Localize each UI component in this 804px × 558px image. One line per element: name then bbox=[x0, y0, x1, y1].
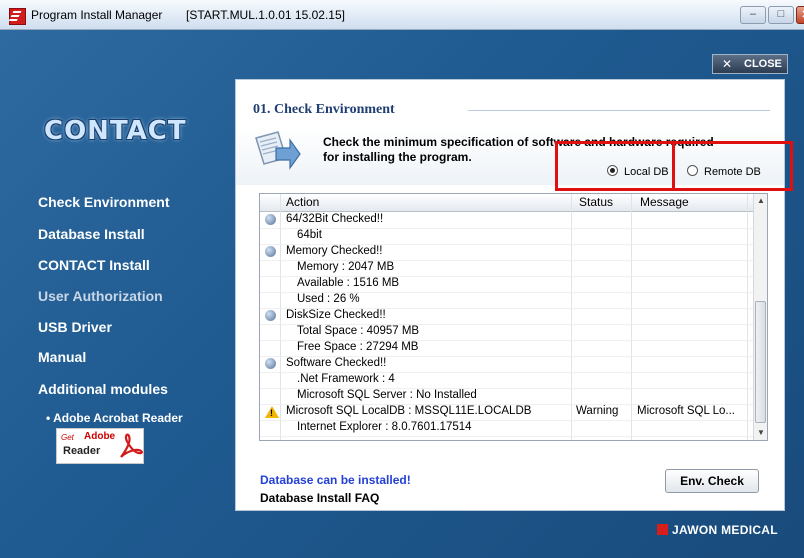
minimize-icon: – bbox=[749, 8, 757, 20]
header-status[interactable]: Status bbox=[579, 195, 613, 209]
document-check-icon bbox=[255, 131, 301, 170]
window-build-version: [START.MUL.1.0.01 15.02.15] bbox=[186, 8, 345, 22]
cell-action: Microsoft SQL Server : No Installed bbox=[297, 389, 477, 401]
brand-footer: JAWON MEDICAL bbox=[657, 523, 778, 537]
table-row[interactable]: Total Space : 40957 MB bbox=[260, 324, 753, 341]
table-row[interactable]: Microsoft SQL Server : No Installed bbox=[260, 388, 753, 405]
window-titlebar: Program Install Manager [START.MUL.1.0.0… bbox=[0, 0, 804, 30]
table-row[interactable]: Memory Checked!! bbox=[260, 244, 753, 261]
cell-action: DiskSize Checked!! bbox=[286, 309, 386, 321]
header-action[interactable]: Action bbox=[286, 195, 319, 209]
cell-message: Microsoft SQL Lo... bbox=[637, 405, 735, 417]
cell-action: Memory Checked!! bbox=[286, 245, 383, 257]
cell-action: .Net Framework : 4 bbox=[297, 373, 395, 385]
cell-action: Used : 26 % bbox=[297, 293, 360, 305]
acrobat-icon bbox=[120, 433, 143, 458]
scroll-down-icon[interactable]: ▼ bbox=[757, 428, 765, 437]
close-app-button[interactable]: ✕ CLOSE bbox=[712, 54, 788, 74]
warning-mark-icon: ! bbox=[270, 408, 273, 418]
section-title: 01. Check Environment bbox=[253, 102, 395, 117]
status-ball-icon bbox=[265, 358, 276, 369]
nav-database-install[interactable]: Database Install bbox=[38, 226, 145, 242]
cell-action: Software Checked!! bbox=[286, 357, 387, 369]
table-row[interactable]: .Net Framework : 4 bbox=[260, 372, 753, 389]
table-vertical-scrollbar[interactable]: ▲ ▼ bbox=[753, 194, 767, 440]
cell-action: 64bit bbox=[297, 229, 322, 241]
maximize-button[interactable]: □ bbox=[768, 6, 794, 24]
status-ball-icon bbox=[265, 214, 276, 225]
cell-status: Warning bbox=[576, 405, 619, 417]
table-row[interactable]: DiskSize Checked!! bbox=[260, 308, 753, 325]
table-row[interactable]: Internet Explorer : 8.0.7601.17514 bbox=[260, 420, 753, 437]
cell-action: Free Space : 27294 MB bbox=[297, 341, 419, 353]
database-status-text: Database can be installed! bbox=[260, 473, 411, 487]
table-row[interactable]: 64bit bbox=[260, 228, 753, 245]
cell-action: 64/32Bit Checked!! bbox=[286, 213, 384, 225]
status-ball-icon bbox=[265, 310, 276, 321]
table-row[interactable]: Used : 26 % bbox=[260, 292, 753, 309]
nav-check-environment[interactable]: Check Environment bbox=[38, 194, 169, 210]
get-adobe-reader-badge[interactable]: Get Adobe Reader bbox=[56, 428, 144, 464]
nav-manual[interactable]: Manual bbox=[38, 349, 86, 365]
table-row[interactable]: Free Space : 27294 MB bbox=[260, 340, 753, 357]
badge-get-text: Get bbox=[61, 433, 74, 442]
status-ball-icon bbox=[265, 246, 276, 257]
content-panel: 01. Check Environment Check the minimum … bbox=[236, 80, 793, 510]
nav-usb-driver[interactable]: USB Driver bbox=[38, 319, 112, 335]
cell-action: Microsoft SQL LocalDB : MSSQL11E.LOCALDB bbox=[286, 405, 532, 417]
table-row[interactable]: ! Microsoft SQL LocalDB : MSSQL11E.LOCALD… bbox=[260, 404, 753, 421]
scroll-thumb[interactable] bbox=[755, 301, 766, 423]
app-icon bbox=[9, 8, 26, 25]
table-row[interactable]: Available : 1516 MB bbox=[260, 276, 753, 293]
badge-reader-text: Reader bbox=[63, 445, 101, 457]
header-message[interactable]: Message bbox=[640, 195, 689, 209]
environment-check-table: Action Status Message 64/32Bit Checked!!… bbox=[259, 193, 768, 441]
maximize-icon: □ bbox=[777, 8, 785, 20]
cell-action: Memory : 2047 MB bbox=[297, 261, 395, 273]
adobe-reader-link[interactable]: • Adobe Acrobat Reader bbox=[46, 411, 183, 425]
cell-action: Internet Explorer : 8.0.7601.17514 bbox=[297, 421, 472, 433]
table-row[interactable]: 64/32Bit Checked!! bbox=[260, 212, 753, 229]
nav-additional-modules[interactable]: Additional modules bbox=[38, 381, 168, 397]
close-icon: ✕ bbox=[797, 8, 804, 21]
window-title: Program Install Manager bbox=[31, 8, 163, 22]
table-row[interactable]: Memory : 2047 MB bbox=[260, 260, 753, 277]
scroll-up-icon[interactable]: ▲ bbox=[757, 196, 765, 205]
highlight-box-remote bbox=[672, 141, 793, 191]
window-close-button[interactable]: ✕ bbox=[796, 6, 804, 24]
badge-adobe-text: Adobe bbox=[84, 431, 116, 442]
database-install-faq-link[interactable]: Database Install FAQ bbox=[260, 491, 379, 505]
highlight-box-local bbox=[555, 141, 675, 191]
title-divider bbox=[468, 110, 770, 111]
close-x-icon: ✕ bbox=[722, 57, 733, 71]
table-header: Action Status Message bbox=[260, 194, 753, 212]
brand-logo-icon bbox=[657, 524, 668, 535]
minimize-button[interactable]: – bbox=[740, 6, 766, 24]
env-check-button[interactable]: Env. Check bbox=[665, 469, 759, 493]
contact-logo: CONTACT bbox=[44, 116, 187, 146]
table-row[interactable]: Software Checked!! bbox=[260, 356, 753, 373]
cell-action: Total Space : 40957 MB bbox=[297, 325, 420, 337]
nav-user-authorization[interactable]: User Authorization bbox=[38, 288, 163, 304]
brand-name: JAWON MEDICAL bbox=[672, 523, 778, 537]
nav-contact-install[interactable]: CONTACT Install bbox=[38, 257, 150, 273]
cell-action: Available : 1516 MB bbox=[297, 277, 400, 289]
close-app-label: CLOSE bbox=[744, 58, 782, 70]
